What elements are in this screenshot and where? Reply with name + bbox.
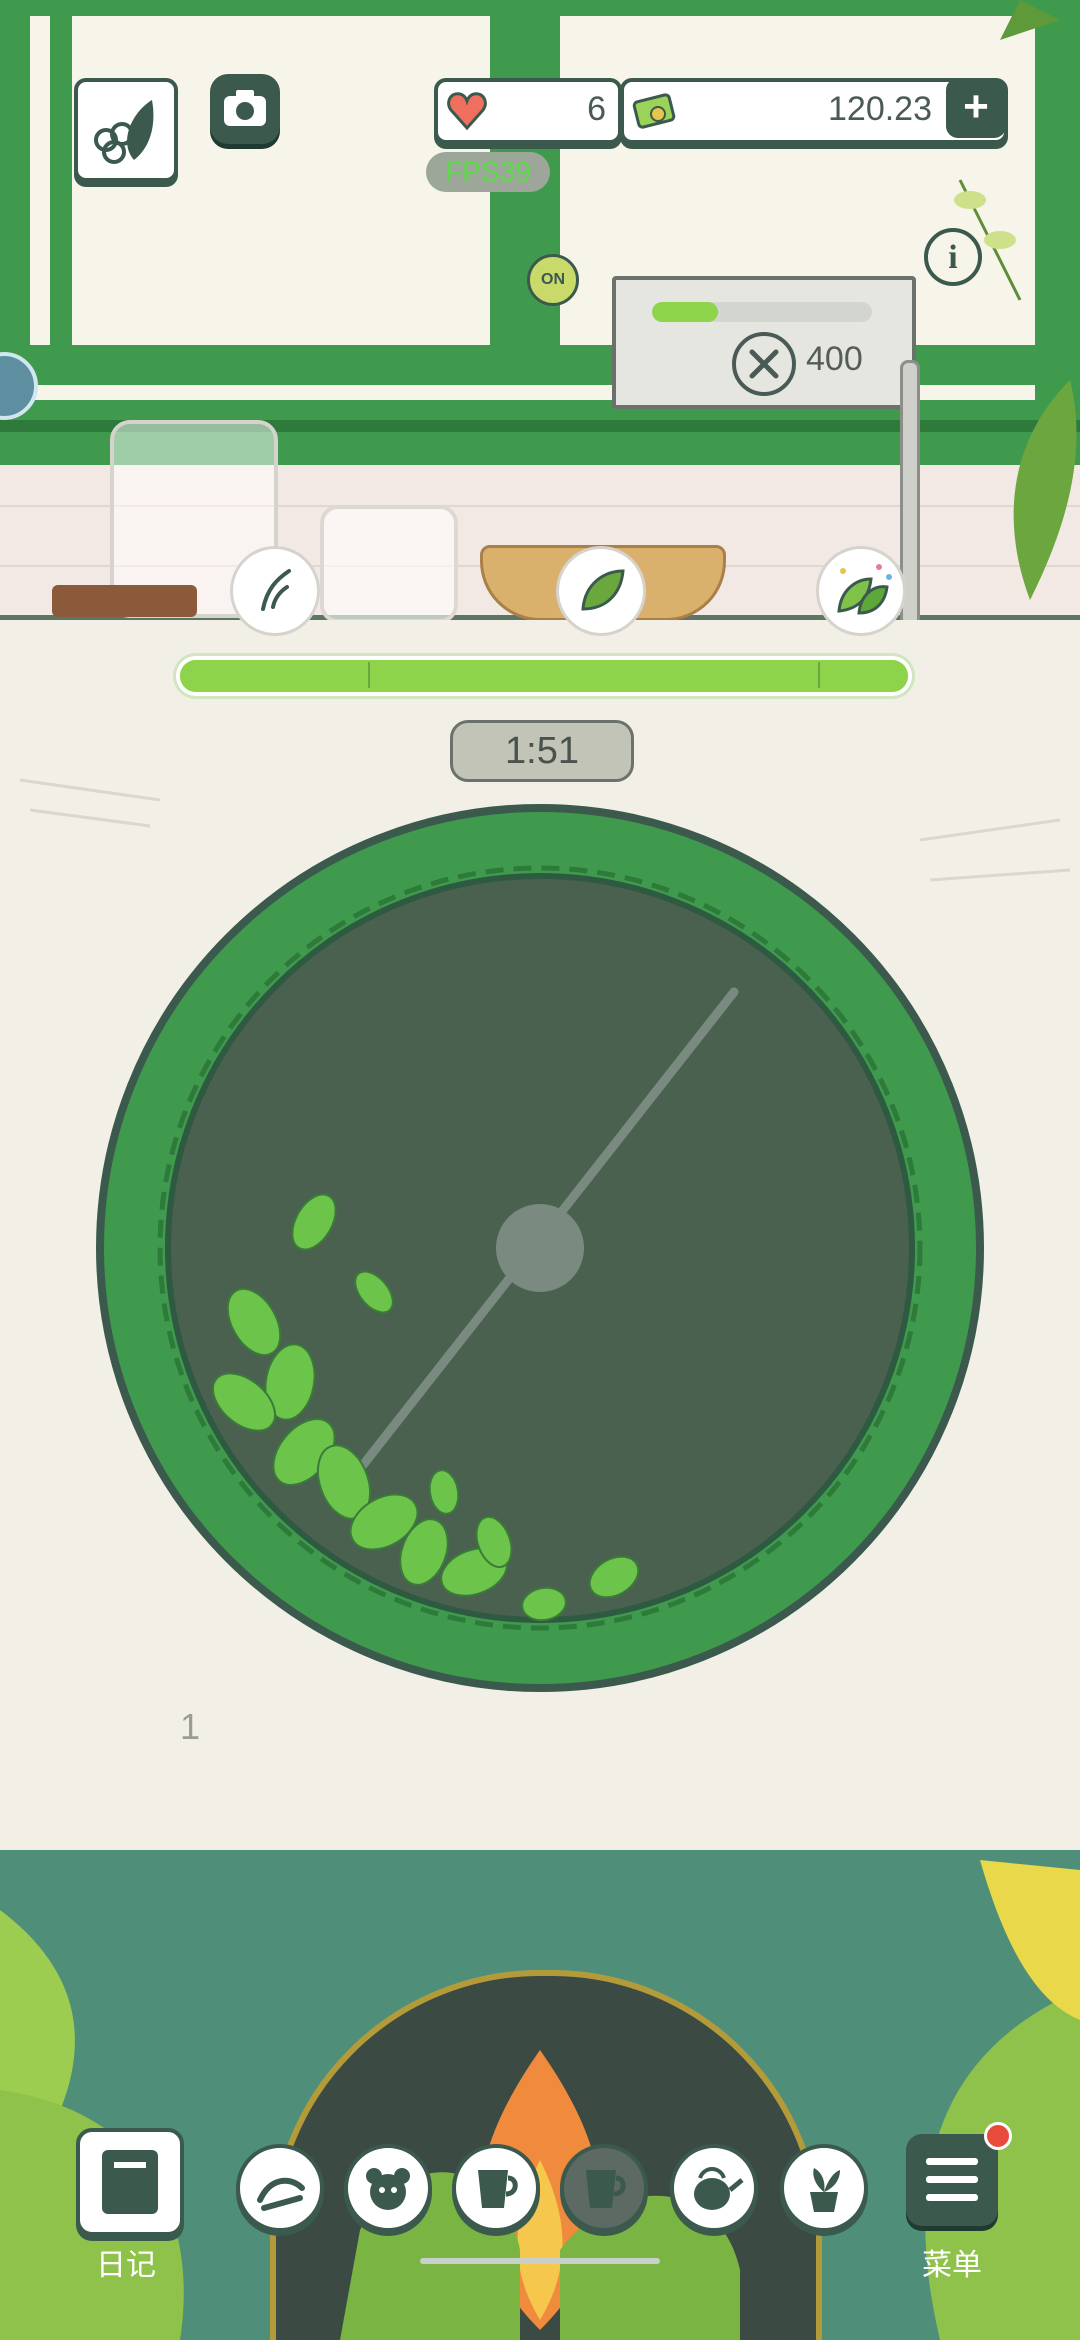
home-indicator: [420, 2258, 660, 2264]
machine-box[interactable]: 400: [612, 276, 916, 409]
add-currency-button[interactable]: +: [946, 78, 1006, 138]
bear-button[interactable]: [344, 2144, 432, 2232]
progress-tick: [818, 662, 820, 688]
kettle-button[interactable]: [670, 2144, 758, 2232]
cup-dark-button[interactable]: [560, 2144, 648, 2232]
stage-leaf-marker: [556, 546, 646, 636]
level-number: 1: [180, 1706, 201, 1747]
bear-icon: [366, 2168, 410, 2210]
plant-icon: [810, 2168, 840, 2212]
stage-withered-marker: [230, 546, 320, 636]
wooden-board: [52, 585, 197, 617]
machine-charge-bar: [652, 302, 872, 322]
cup-button[interactable]: [452, 2144, 540, 2232]
small-jar: [320, 505, 458, 620]
progress-tick: [368, 662, 370, 688]
menu-button[interactable]: [906, 2134, 998, 2226]
camera-button[interactable]: [210, 74, 280, 144]
menu-label: 菜单: [922, 2249, 982, 2282]
stage-sparkle-marker: [816, 546, 906, 636]
camera-icon: [224, 90, 266, 126]
diary-label: 日记: [96, 2249, 156, 2282]
plant-button[interactable]: [780, 2144, 868, 2232]
garden-icon: [94, 100, 154, 164]
brewing-timer: 1:51: [450, 720, 634, 782]
on-switch[interactable]: ON: [527, 254, 579, 306]
wrench-icon[interactable]: [732, 332, 796, 396]
money-icon: [632, 93, 676, 129]
diary-icon: [102, 2150, 158, 2214]
notification-dot: [984, 2122, 1012, 2150]
hamburger-icon: [926, 2158, 978, 2201]
fps-badge: FPS39: [426, 152, 550, 192]
brewing-progress-bar: [176, 656, 912, 696]
leaf-icon: [581, 569, 625, 611]
kettle-icon: [694, 2167, 744, 2210]
heart-icon: [447, 92, 487, 131]
withered-leaf-icon: [261, 569, 291, 611]
hand-tool-button[interactable]: [236, 2144, 324, 2232]
diary-button[interactable]: [76, 2128, 184, 2236]
hand-icon: [257, 2177, 305, 2211]
lives-value: 6: [587, 90, 606, 128]
machine-counter: 400: [806, 340, 863, 378]
lives-counter: 6: [434, 78, 622, 144]
info-button[interactable]: i: [924, 228, 982, 286]
tea-wok[interactable]: [94, 802, 986, 1694]
cup-dark-icon: [586, 2170, 626, 2208]
currency-value: 120.23: [828, 90, 932, 128]
cup-icon: [478, 2170, 518, 2208]
sparkle-leaf-icon: [837, 564, 892, 615]
garden-button[interactable]: [74, 78, 178, 182]
